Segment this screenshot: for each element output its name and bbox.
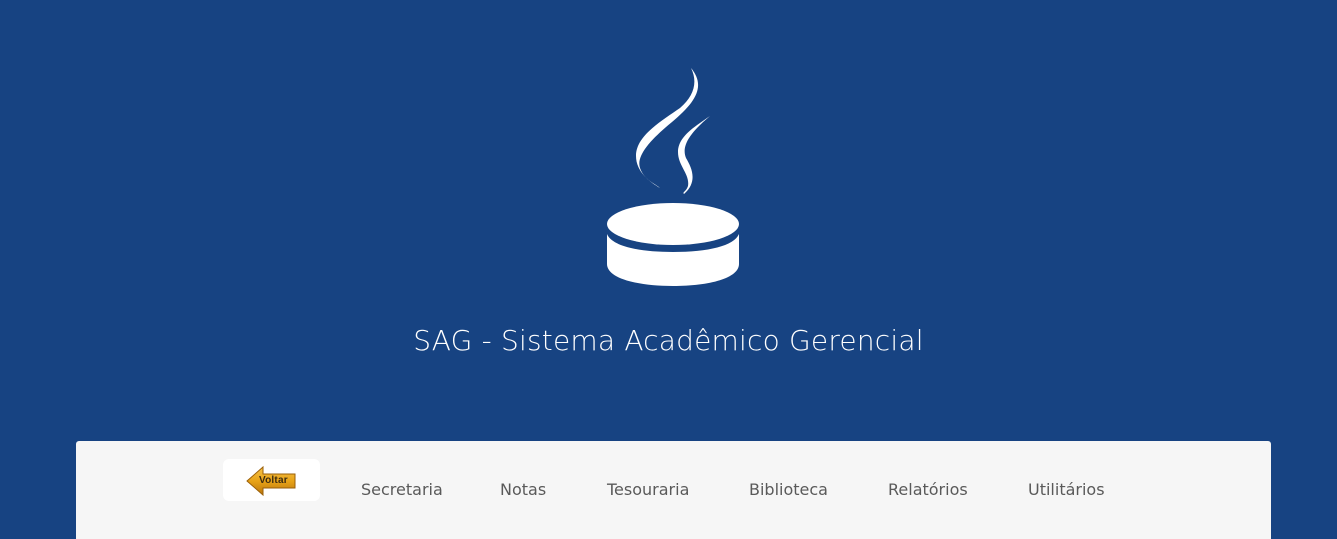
- back-button-label: Voltar: [259, 475, 288, 486]
- app-title: SAG - Sistema Acadêmico Gerencial: [413, 324, 924, 357]
- nav-item-notas[interactable]: Notas: [500, 480, 546, 500]
- nav-item-utilitarios[interactable]: Utilitários: [1028, 480, 1105, 500]
- nav-item-tesouraria[interactable]: Tesouraria: [607, 480, 689, 500]
- app-logo: [598, 64, 748, 294]
- main-nav: Voltar Secretaria Notas Tesouraria Bibli…: [76, 441, 1271, 539]
- nav-item-relatorios[interactable]: Relatórios: [888, 480, 968, 500]
- nav-item-secretaria[interactable]: Secretaria: [361, 480, 443, 500]
- nav-item-biblioteca[interactable]: Biblioteca: [749, 480, 828, 500]
- steaming-cup-icon: [607, 68, 739, 286]
- back-button[interactable]: Voltar: [223, 459, 320, 501]
